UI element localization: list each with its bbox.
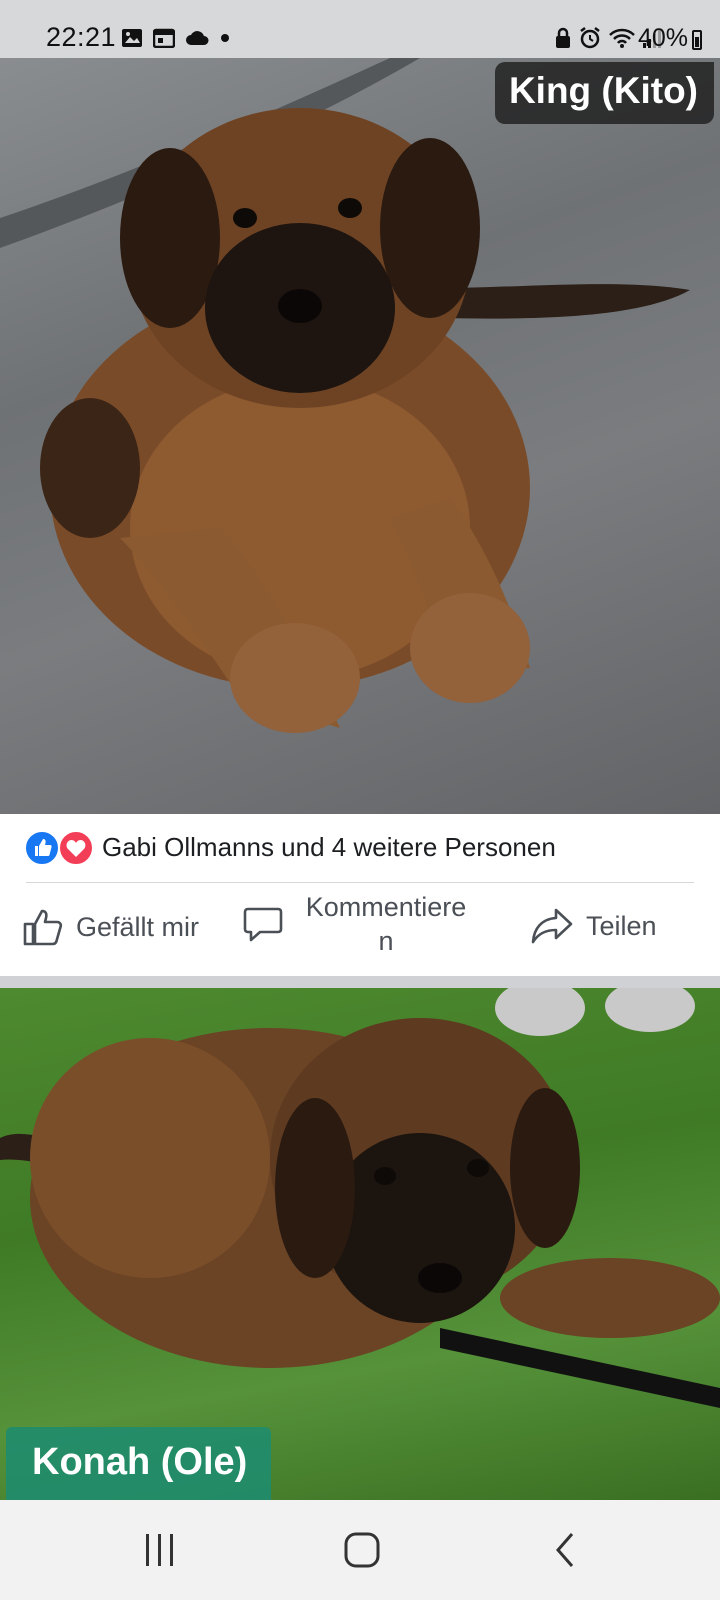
dog-photo-king[interactable]: King (Kito)	[0, 58, 720, 814]
love-reaction-icon	[58, 830, 94, 866]
like-reaction-icon	[24, 830, 60, 866]
comment-icon	[243, 907, 283, 942]
share-icon	[531, 908, 573, 944]
image-icon	[122, 29, 142, 47]
alarm-icon	[580, 27, 600, 49]
like-label: Gefällt mir	[76, 911, 200, 942]
comment-button[interactable]: Kommentiere n	[242, 890, 476, 958]
name-tag-konah: Konah (Ole)	[6, 1427, 272, 1500]
name-tag-king: King (Kito)	[494, 62, 714, 124]
dog-photo-konah[interactable]: Konah (Ole)	[0, 988, 720, 1500]
comment-label: Kommentiere n	[305, 892, 467, 956]
like-button[interactable]: Gefällt mir	[22, 906, 199, 948]
post-actions: Gefällt mir Kommentiere n Teilen	[0, 884, 720, 976]
clock: 22:21	[46, 22, 117, 52]
dot-icon	[221, 34, 229, 42]
divider	[26, 882, 694, 883]
lock-icon	[556, 27, 570, 48]
status-bar: 22:21 40%	[0, 0, 720, 58]
battery-icon	[692, 30, 702, 50]
share-button[interactable]: Teilen	[530, 906, 657, 946]
share-label: Teilen	[586, 910, 657, 941]
cloud-icon	[186, 31, 209, 45]
reactions-summary[interactable]: Gabi Ollmanns und 4 weitere Personen	[0, 814, 720, 882]
thumbs-up-icon	[23, 909, 63, 946]
back-icon[interactable]	[550, 1530, 580, 1570]
dog-illustration	[0, 58, 690, 733]
recent-apps-icon[interactable]	[142, 1530, 178, 1570]
reactions-text[interactable]: Gabi Ollmanns und 4 weitere Personen	[102, 832, 556, 863]
dog-illustration	[0, 988, 720, 1408]
post-separator	[0, 976, 720, 988]
system-navigation-bar	[0, 1500, 720, 1600]
wifi-icon	[609, 28, 635, 48]
notification-icons	[121, 28, 231, 48]
calendar-icon	[153, 28, 175, 48]
home-icon[interactable]	[342, 1530, 382, 1570]
reaction-icons	[24, 830, 94, 866]
battery-percentage: 40%	[637, 24, 688, 52]
